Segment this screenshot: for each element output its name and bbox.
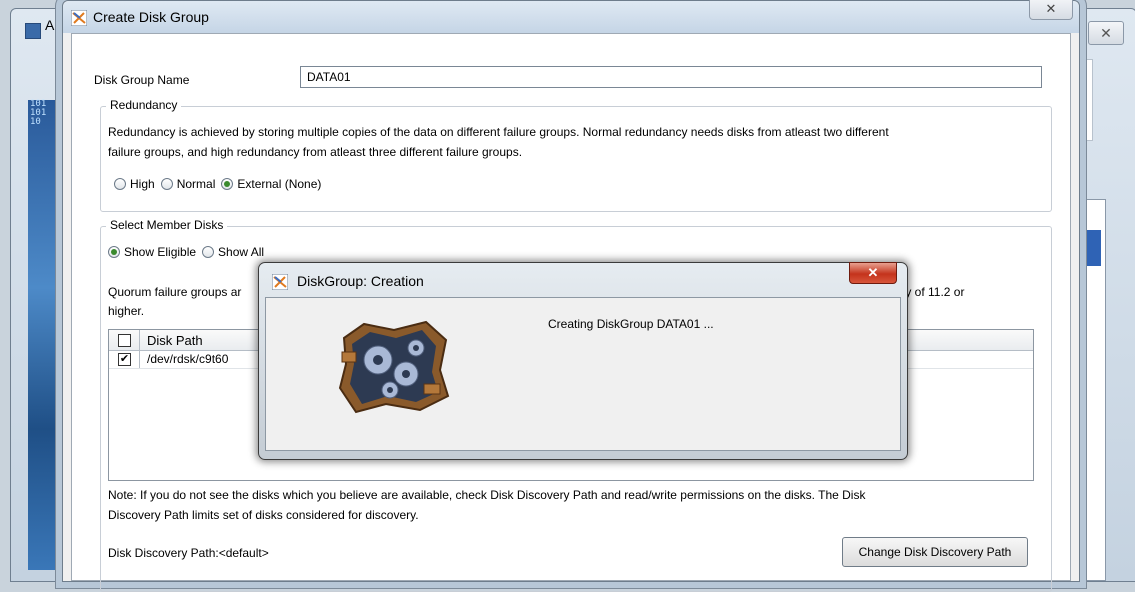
radio-show-eligible[interactable]: Show Eligible — [108, 245, 196, 259]
radio-show-eligible-dot — [108, 246, 120, 258]
redundancy-description: Redundancy is achieved by storing multip… — [108, 122, 889, 162]
diskgroup-creation-dialog: DiskGroup: Creation ✕ Creating DiskGroup… — [258, 262, 908, 460]
radio-high[interactable]: High — [114, 177, 155, 191]
row-disk-path: /dev/rdsk/c9t60 — [147, 352, 229, 366]
change-discovery-path-button[interactable]: Change Disk Discovery Path — [842, 537, 1028, 567]
oracle-x-icon — [272, 274, 288, 290]
select-all-checkbox[interactable] — [118, 334, 131, 347]
modal-body: Creating DiskGroup DATA01 ... — [265, 297, 901, 451]
oracle-x-icon — [71, 10, 87, 26]
radio-show-all-label: Show All — [218, 245, 265, 259]
radio-external[interactable]: External (None) — [221, 177, 321, 191]
discovery-note: Note: If you do not see the disks which … — [108, 485, 865, 525]
column-header-disk-path[interactable]: Disk Path — [147, 333, 203, 348]
creation-message: Creating DiskGroup DATA01 ... — [548, 317, 714, 331]
member-disks-options: Show Eligible Show All — [108, 245, 270, 259]
dialog-titlebar: Create Disk Group ✕ — [63, 0, 1079, 33]
radio-normal-dot — [160, 178, 173, 190]
radio-external-label: External (None) — [237, 177, 322, 191]
radio-show-all-dot — [202, 246, 215, 258]
modal-title: DiskGroup: Creation — [297, 273, 424, 289]
radio-show-eligible-label: Show Eligible — [124, 245, 197, 259]
discovery-note-line1: Note: If you do not see the disks which … — [108, 488, 866, 502]
radio-show-all[interactable]: Show All — [202, 245, 264, 259]
dialog-title: Create Disk Group — [93, 9, 209, 25]
radio-normal[interactable]: Normal — [160, 177, 216, 191]
radio-normal-label: Normal — [176, 177, 216, 191]
background-art: 101 101 10 — [28, 100, 66, 570]
member-disks-legend: Select Member Disks — [106, 218, 228, 232]
radio-high-label: High — [130, 177, 155, 191]
disk-group-name-input[interactable] — [300, 66, 1042, 88]
quorum-text-start: Quorum failure groups ar — [108, 285, 242, 299]
redundancy-description-line1: Redundancy is achieved by storing multip… — [108, 125, 889, 139]
gears-icon — [338, 320, 450, 414]
quorum-text-line2: higher. — [108, 304, 145, 318]
redundancy-legend: Redundancy — [106, 98, 182, 112]
dialog-close-button[interactable]: ✕ — [1029, 0, 1073, 20]
row-checkbox[interactable]: ✔ — [118, 353, 131, 366]
redundancy-description-line2: failure groups, and high redundancy from… — [108, 145, 523, 159]
app-icon — [25, 23, 41, 39]
redundancy-options: High Normal External (None) — [114, 177, 327, 191]
radio-external-dot — [221, 178, 234, 190]
modal-close-button[interactable]: ✕ — [849, 262, 897, 284]
radio-high-dot — [114, 178, 126, 190]
disk-group-name-label: Disk Group Name — [94, 73, 190, 87]
discovery-note-line2: Discovery Path limits set of disks consi… — [108, 508, 419, 522]
background-close-button[interactable]: ✕ — [1088, 21, 1124, 45]
background-window-title: A — [45, 17, 55, 33]
discovery-path-label: Disk Discovery Path:<default> — [108, 546, 269, 560]
